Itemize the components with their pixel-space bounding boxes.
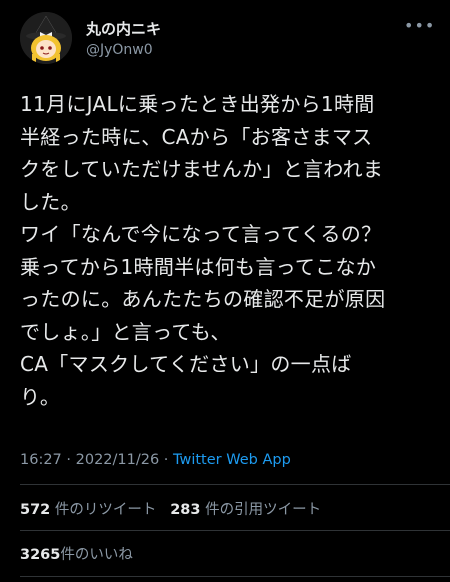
tweet-line: 乗ってから1時間半は何も言ってこなか xyxy=(20,254,377,279)
display-name[interactable]: 丸の内ニキ xyxy=(86,18,161,39)
divider xyxy=(20,576,450,577)
tweet-line: ワイ「なんで今になって言ってくるの？ xyxy=(20,222,382,246)
quotes-count: 283 xyxy=(170,502,201,518)
tweet-line: CA「マスクしてください」の一点ば xyxy=(20,352,352,376)
tweet-date[interactable]: 2022/11/26 xyxy=(76,452,160,468)
retweets-count: 572 xyxy=(20,502,51,518)
meta-separator: · xyxy=(61,452,76,468)
tweet-header: 丸の内ニキ @JyOnw0 ••• xyxy=(20,12,434,68)
quotes-stat[interactable]: 283 件の引用ツイート xyxy=(170,502,321,518)
retweets-stat[interactable]: 572 件のリツイート xyxy=(20,502,156,518)
divider xyxy=(20,530,450,531)
retweets-label: 件のリツイート xyxy=(54,502,157,518)
tweet-line: した。 xyxy=(20,189,81,214)
avatar-icon xyxy=(20,12,72,64)
divider xyxy=(20,484,450,485)
engagement-stats: 572 件のリツイート 283 件の引用ツイート xyxy=(20,498,321,519)
tweet-source-link[interactable]: Twitter Web App xyxy=(173,452,291,468)
user-handle[interactable]: @JyOnw0 xyxy=(86,42,153,58)
tweet-line: でしょ。」と言っても、 xyxy=(20,319,231,344)
likes-count: 3265 xyxy=(20,547,61,563)
tweet-line: 半経った時に、CAから「お客さまマス xyxy=(20,124,373,149)
likes-stat[interactable]: 3265件のいいね xyxy=(20,543,133,564)
tweet-text: 11月にJALに乗ったとき出発から1時間 半経った時に、CAから「お客さまマス … xyxy=(20,88,438,413)
likes-label: 件のいいね xyxy=(60,547,133,563)
tweet-line: り。 xyxy=(20,384,61,409)
tweet-line: クをしていただけませんか」と言われま xyxy=(20,157,384,181)
tweet-time[interactable]: 16:27 xyxy=(20,452,62,468)
meta-separator: · xyxy=(159,452,174,468)
tweet-line: 11月にJALに乗ったとき出発から1時間 xyxy=(20,92,375,116)
tweet-meta: 16:27 · 2022/11/26 · Twitter Web App xyxy=(20,452,291,468)
avatar[interactable] xyxy=(20,12,72,64)
more-icon[interactable]: ••• xyxy=(404,16,434,36)
tweet-line: ったのに。あんたたちの確認不足が原因 xyxy=(20,287,386,311)
quotes-label: 件の引用ツイート xyxy=(205,502,322,518)
